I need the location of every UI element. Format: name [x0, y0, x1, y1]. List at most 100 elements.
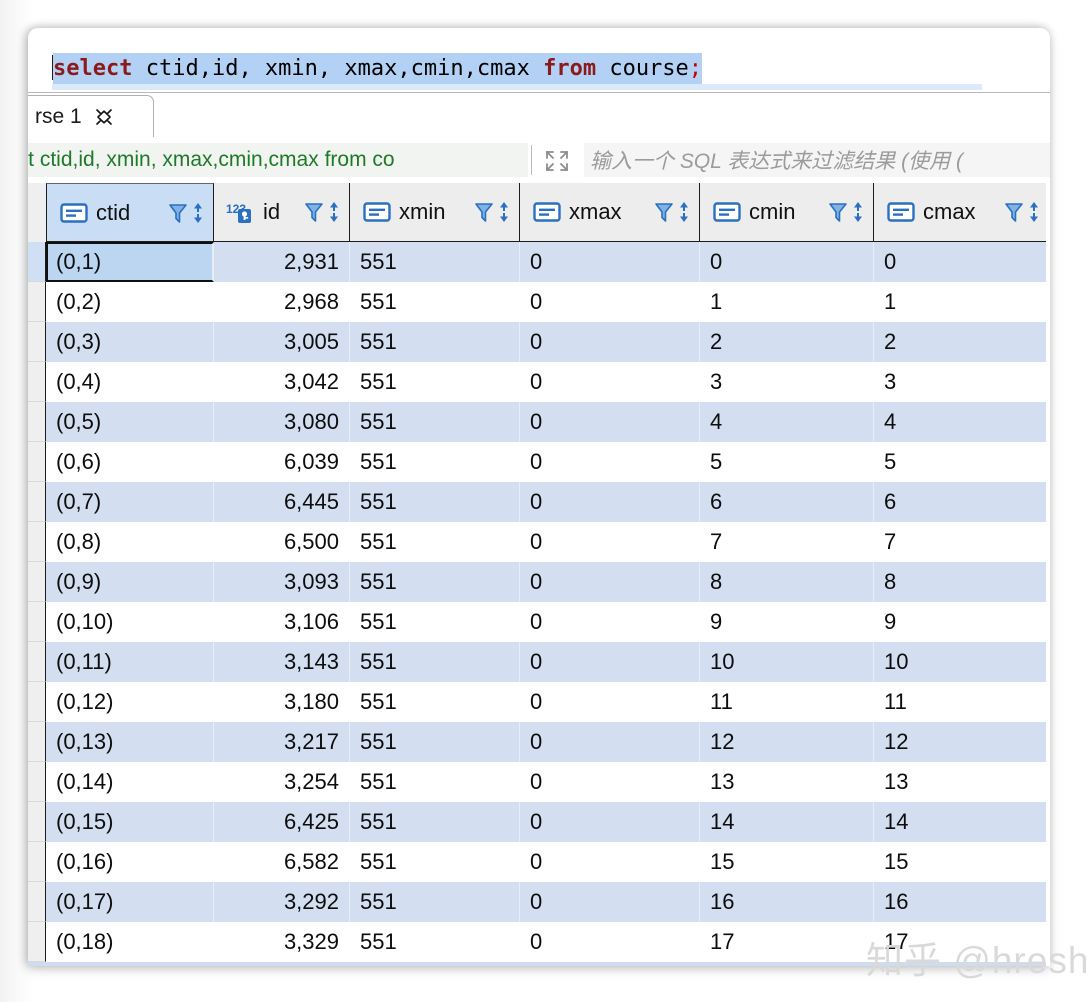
- cell-xmax[interactable]: 0: [520, 402, 700, 442]
- cell-ctid[interactable]: (0,14): [46, 762, 214, 802]
- sort-icon[interactable]: [497, 200, 511, 224]
- cell-ctid[interactable]: (0,15): [46, 802, 214, 842]
- cell-cmin[interactable]: 11: [700, 682, 874, 722]
- cell-xmax[interactable]: 0: [520, 602, 700, 642]
- cell-id[interactable]: 3,292: [214, 882, 350, 922]
- cell-xmax[interactable]: 0: [520, 682, 700, 722]
- cell-xmax[interactable]: 0: [520, 362, 700, 402]
- cell-ctid[interactable]: (0,17): [46, 882, 214, 922]
- cell-xmax[interactable]: 0: [520, 922, 700, 962]
- column-header-cmin[interactable]: cmin: [700, 183, 874, 242]
- cell-cmax[interactable]: 11: [874, 682, 1050, 722]
- cell-cmax[interactable]: 13: [874, 762, 1050, 802]
- cell-cmin[interactable]: 1: [700, 282, 874, 322]
- table-row[interactable]: (0,8)6,500551077: [28, 522, 1050, 562]
- cell-cmin[interactable]: 2: [700, 322, 874, 362]
- row-number-cell[interactable]: [28, 402, 46, 442]
- cell-ctid[interactable]: (0,10): [46, 602, 214, 642]
- cell-id[interactable]: 3,254: [214, 762, 350, 802]
- cell-id[interactable]: 6,039: [214, 442, 350, 482]
- table-row[interactable]: (0,11)3,14355101010: [28, 642, 1050, 682]
- cell-xmin[interactable]: 551: [350, 322, 520, 362]
- cell-cmin[interactable]: 16: [700, 882, 874, 922]
- cell-cmax[interactable]: 4: [874, 402, 1050, 442]
- sql-editor[interactable]: select ctid,id, xmin, xmax,cmin,cmax fro…: [28, 40, 1050, 92]
- cell-ctid[interactable]: (0,4): [46, 362, 214, 402]
- cell-xmin[interactable]: 551: [350, 922, 520, 962]
- column-header-xmin[interactable]: xmin: [350, 183, 520, 242]
- column-header-cmax[interactable]: cmax: [874, 183, 1050, 242]
- cell-ctid[interactable]: (0,1): [46, 242, 214, 282]
- cell-xmin[interactable]: 551: [350, 442, 520, 482]
- cell-cmax[interactable]: 17: [874, 922, 1050, 962]
- cell-id[interactable]: 3,180: [214, 682, 350, 722]
- cell-ctid[interactable]: (0,7): [46, 482, 214, 522]
- cell-cmin[interactable]: 12: [700, 722, 874, 762]
- cell-cmax[interactable]: 1: [874, 282, 1050, 322]
- cell-xmin[interactable]: 551: [350, 762, 520, 802]
- cell-id[interactable]: 3,106: [214, 602, 350, 642]
- cell-xmin[interactable]: 551: [350, 682, 520, 722]
- table-row[interactable]: (0,6)6,039551055: [28, 442, 1050, 482]
- filter-input[interactable]: 输入一个 SQL 表达式来过滤结果 (使用 (: [584, 143, 1050, 177]
- cell-xmax[interactable]: 0: [520, 242, 700, 282]
- cell-cmin[interactable]: 14: [700, 802, 874, 842]
- table-row[interactable]: (0,5)3,080551044: [28, 402, 1050, 442]
- row-number-cell[interactable]: [28, 762, 46, 802]
- cell-id[interactable]: 3,080: [214, 402, 350, 442]
- filter-icon[interactable]: [304, 200, 324, 224]
- filter-icon[interactable]: [168, 201, 188, 225]
- cell-xmin[interactable]: 551: [350, 242, 520, 282]
- row-number-cell[interactable]: [28, 442, 46, 482]
- cell-xmin[interactable]: 551: [350, 522, 520, 562]
- cell-cmax[interactable]: 3: [874, 362, 1050, 402]
- row-number-cell[interactable]: [28, 282, 46, 322]
- column-header-xmax[interactable]: xmax: [520, 183, 700, 242]
- cell-xmin[interactable]: 551: [350, 642, 520, 682]
- table-row[interactable]: (0,4)3,042551033: [28, 362, 1050, 402]
- sort-icon[interactable]: [327, 200, 341, 224]
- cell-cmax[interactable]: 14: [874, 802, 1050, 842]
- cell-id[interactable]: 3,143: [214, 642, 350, 682]
- cell-cmax[interactable]: 8: [874, 562, 1050, 602]
- cell-xmin[interactable]: 551: [350, 882, 520, 922]
- cell-xmax[interactable]: 0: [520, 442, 700, 482]
- table-row[interactable]: (0,1)2,931551000: [28, 242, 1050, 282]
- cell-xmax[interactable]: 0: [520, 282, 700, 322]
- table-row[interactable]: (0,16)6,58255101515: [28, 842, 1050, 882]
- table-row[interactable]: (0,12)3,18055101111: [28, 682, 1050, 722]
- table-row[interactable]: (0,15)6,42555101414: [28, 802, 1050, 842]
- cell-cmax[interactable]: 2: [874, 322, 1050, 362]
- cell-xmax[interactable]: 0: [520, 482, 700, 522]
- table-row[interactable]: (0,10)3,106551099: [28, 602, 1050, 642]
- sort-icon[interactable]: [677, 200, 691, 224]
- table-row[interactable]: (0,7)6,445551066: [28, 482, 1050, 522]
- row-number-cell[interactable]: [28, 802, 46, 842]
- row-number-cell[interactable]: [28, 322, 46, 362]
- cell-cmin[interactable]: 13: [700, 762, 874, 802]
- row-number-cell[interactable]: [28, 922, 46, 962]
- cell-xmax[interactable]: 0: [520, 882, 700, 922]
- cell-cmax[interactable]: 7: [874, 522, 1050, 562]
- cell-cmin[interactable]: 6: [700, 482, 874, 522]
- sort-icon[interactable]: [851, 200, 865, 224]
- row-number-cell[interactable]: [28, 482, 46, 522]
- row-number-cell[interactable]: [28, 362, 46, 402]
- cell-xmin[interactable]: 551: [350, 842, 520, 882]
- cell-cmax[interactable]: 9: [874, 602, 1050, 642]
- sort-icon[interactable]: [191, 201, 205, 225]
- cell-cmin[interactable]: 8: [700, 562, 874, 602]
- cell-id[interactable]: 6,500: [214, 522, 350, 562]
- row-number-cell[interactable]: [28, 642, 46, 682]
- cell-ctid[interactable]: (0,13): [46, 722, 214, 762]
- cell-id[interactable]: 2,968: [214, 282, 350, 322]
- cell-cmax[interactable]: 12: [874, 722, 1050, 762]
- cell-xmin[interactable]: 551: [350, 402, 520, 442]
- row-number-cell[interactable]: [28, 522, 46, 562]
- cell-xmax[interactable]: 0: [520, 802, 700, 842]
- cell-xmax[interactable]: 0: [520, 522, 700, 562]
- filter-icon[interactable]: [654, 200, 674, 224]
- tab-course-1[interactable]: rse 1: [28, 95, 154, 137]
- column-header-id[interactable]: 123id: [214, 183, 350, 242]
- table-row[interactable]: (0,3)3,005551022: [28, 322, 1050, 362]
